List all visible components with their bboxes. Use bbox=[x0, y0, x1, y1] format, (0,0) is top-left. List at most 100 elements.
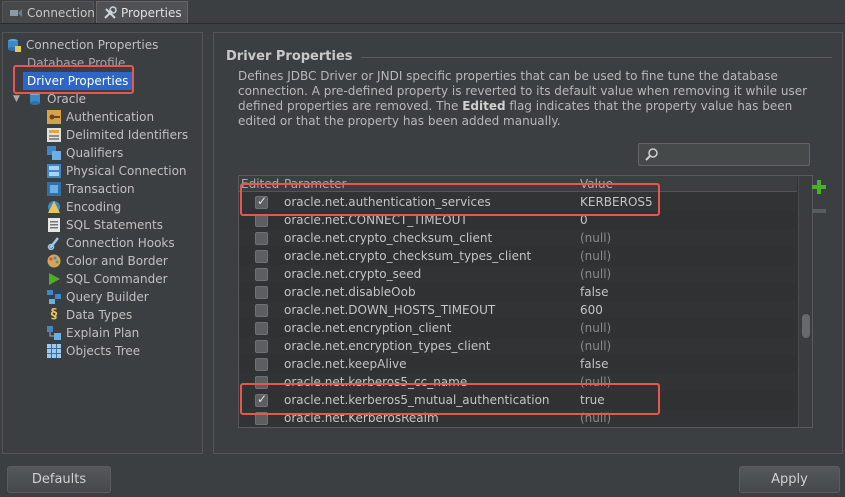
tree-item-label: Objects Tree bbox=[66, 344, 141, 358]
settings-tree: Connection Properties Database Profile D… bbox=[2, 32, 203, 454]
tree-item-connection-hooks[interactable]: Connection Hooks bbox=[47, 234, 175, 252]
edited-checkbox[interactable] bbox=[255, 322, 268, 335]
table-row[interactable]: oracle.net.KerberosRealm (null) bbox=[239, 409, 797, 427]
section-header: Driver Properties bbox=[226, 49, 832, 64]
value-cell[interactable]: (null) bbox=[580, 409, 611, 427]
edited-checkbox[interactable] bbox=[255, 412, 268, 425]
grid-icon bbox=[47, 344, 61, 358]
tab-connection[interactable]: Connection bbox=[2, 1, 95, 23]
tree-item-label: Physical Connection bbox=[66, 164, 187, 178]
edited-checkbox[interactable] bbox=[255, 286, 268, 299]
table-row[interactable]: oracle.net.kerberos5_cc_name (null) bbox=[239, 373, 797, 391]
tree-item-delimited-identifiers[interactable]: Delimited Identifiers bbox=[47, 126, 188, 144]
hook-icon bbox=[47, 236, 61, 251]
table-row[interactable]: oracle.net.crypto_checksum_client (null) bbox=[239, 229, 797, 247]
expand-arrow-icon[interactable]: ▼ bbox=[13, 94, 23, 104]
sql-statements-icon bbox=[47, 218, 61, 232]
transaction-icon bbox=[47, 182, 61, 196]
tree-item-encoding[interactable]: Encoding bbox=[47, 198, 121, 216]
table-row[interactable]: oracle.net.crypto_checksum_types_client (… bbox=[239, 247, 797, 265]
table-row[interactable]: oracle.net.authentication_services KERBER… bbox=[239, 193, 797, 211]
page-title: Driver Properties bbox=[226, 49, 353, 64]
table-row[interactable]: oracle.net.DOWN_HOSTS_TIMEOUT 600 bbox=[239, 301, 797, 319]
tab-properties[interactable]: Properties bbox=[96, 1, 188, 23]
scrollbar-thumb[interactable] bbox=[802, 314, 810, 338]
parameter-cell: oracle.net.kerberos5_mutual_authenticati… bbox=[284, 393, 550, 407]
edited-checkbox[interactable] bbox=[255, 392, 268, 407]
remove-property-icon[interactable] bbox=[811, 203, 827, 219]
edited-checkbox[interactable] bbox=[255, 358, 268, 371]
value-cell[interactable]: (null) bbox=[580, 337, 611, 355]
parameter-cell: oracle.net.crypto_seed bbox=[284, 267, 422, 281]
column-header-edited[interactable]: Edited bbox=[241, 176, 279, 192]
description-bold: Edited bbox=[462, 99, 506, 113]
add-property-icon[interactable] bbox=[811, 179, 827, 195]
table-row[interactable]: oracle.net.kerberos5_mutual_authenticati… bbox=[239, 391, 797, 409]
column-header-value[interactable]: Value bbox=[580, 176, 613, 192]
column-header-parameter[interactable]: Parameter bbox=[284, 176, 346, 192]
parameter-cell: oracle.net.CONNECT_TIMEOUT bbox=[284, 213, 468, 227]
value-cell[interactable]: (null) bbox=[580, 229, 611, 247]
value-cell[interactable]: (null) bbox=[580, 247, 611, 265]
tree-item-label: SQL Commander bbox=[66, 272, 168, 286]
tree-item-oracle[interactable]: ▼ Oracle bbox=[13, 90, 86, 108]
tree-item-label: SQL Statements bbox=[66, 218, 163, 232]
edited-checkbox[interactable] bbox=[255, 194, 268, 209]
play-icon bbox=[47, 272, 61, 286]
tree-item-label: Query Builder bbox=[66, 290, 149, 304]
table-row[interactable]: oracle.net.disableOob false bbox=[239, 283, 797, 301]
tree-item-authentication[interactable]: Authentication bbox=[47, 108, 154, 126]
tree-item-color-and-border[interactable]: Color and Border bbox=[47, 252, 168, 270]
edited-checkbox[interactable] bbox=[255, 214, 268, 227]
edited-checkbox[interactable] bbox=[255, 250, 268, 263]
tree-item-objects-tree[interactable]: Objects Tree bbox=[47, 342, 140, 360]
table-row[interactable]: oracle.net.crypto_seed (null) bbox=[239, 265, 797, 283]
edited-checkbox[interactable] bbox=[255, 232, 268, 245]
tree-item-sql-commander[interactable]: SQL Commander bbox=[47, 270, 168, 288]
defaults-button[interactable]: Defaults bbox=[7, 466, 111, 493]
value-cell[interactable]: true bbox=[580, 391, 605, 409]
edited-checkbox[interactable] bbox=[255, 340, 268, 353]
tree-item-qualifiers[interactable]: Qualifiers bbox=[47, 144, 123, 162]
tab-properties-label: Properties bbox=[121, 5, 182, 20]
tree-item-label: Transaction bbox=[66, 182, 135, 196]
value-cell[interactable]: false bbox=[580, 283, 609, 301]
value-cell[interactable]: (null) bbox=[580, 265, 611, 283]
tree-item-label: Explain Plan bbox=[66, 326, 140, 340]
value-cell[interactable]: 0 bbox=[580, 211, 588, 229]
query-builder-icon bbox=[47, 290, 61, 304]
value-cell[interactable]: false bbox=[580, 355, 609, 373]
tree-item-connection-properties[interactable]: Connection Properties bbox=[7, 36, 158, 54]
parameter-cell: oracle.net.authentication_services bbox=[284, 195, 491, 209]
apply-button[interactable]: Apply bbox=[739, 466, 840, 493]
parameter-cell: oracle.net.DOWN_HOSTS_TIMEOUT bbox=[284, 303, 496, 317]
edited-checkbox[interactable] bbox=[255, 304, 268, 317]
oracle-db-icon bbox=[28, 92, 42, 106]
tree-item-label: Data Types bbox=[66, 308, 133, 322]
value-cell[interactable]: 600 bbox=[580, 301, 603, 319]
tree-item-query-builder[interactable]: Query Builder bbox=[47, 288, 149, 306]
tree-item-sql-statements[interactable]: SQL Statements bbox=[47, 216, 163, 234]
search-input[interactable] bbox=[638, 143, 810, 166]
tree-item-data-types[interactable]: § Data Types bbox=[47, 306, 133, 324]
explain-plan-icon bbox=[47, 326, 61, 340]
description: Defines JDBC Driver or JNDI specific pro… bbox=[238, 69, 830, 129]
table-row[interactable]: oracle.net.encryption_client (null) bbox=[239, 319, 797, 337]
tree-item-physical-connection[interactable]: Physical Connection bbox=[47, 162, 187, 180]
edited-checkbox[interactable] bbox=[255, 376, 268, 389]
tree-item-label: Qualifiers bbox=[66, 146, 124, 160]
tree-item-database-profile[interactable]: Database Profile bbox=[27, 54, 125, 72]
table-row[interactable]: oracle.net.CONNECT_TIMEOUT 0 bbox=[239, 211, 797, 229]
tree-item-transaction[interactable]: Transaction bbox=[47, 180, 135, 198]
value-cell[interactable]: (null) bbox=[580, 373, 611, 391]
table-row[interactable]: oracle.net.encryption_types_client (null) bbox=[239, 337, 797, 355]
value-cell[interactable]: (null) bbox=[580, 319, 611, 337]
tree-item-label: Driver Properties bbox=[23, 72, 133, 90]
dollar-icon: § bbox=[50, 307, 58, 322]
table-row[interactable]: oracle.net.keepAlive false bbox=[239, 355, 797, 373]
tree-item-explain-plan[interactable]: Explain Plan bbox=[47, 324, 139, 342]
tree-item-driver-properties[interactable]: Driver Properties bbox=[23, 72, 133, 90]
vertical-scrollbar[interactable] bbox=[798, 176, 812, 427]
value-cell[interactable]: KERBEROS5 bbox=[580, 193, 653, 211]
edited-checkbox[interactable] bbox=[255, 268, 268, 281]
